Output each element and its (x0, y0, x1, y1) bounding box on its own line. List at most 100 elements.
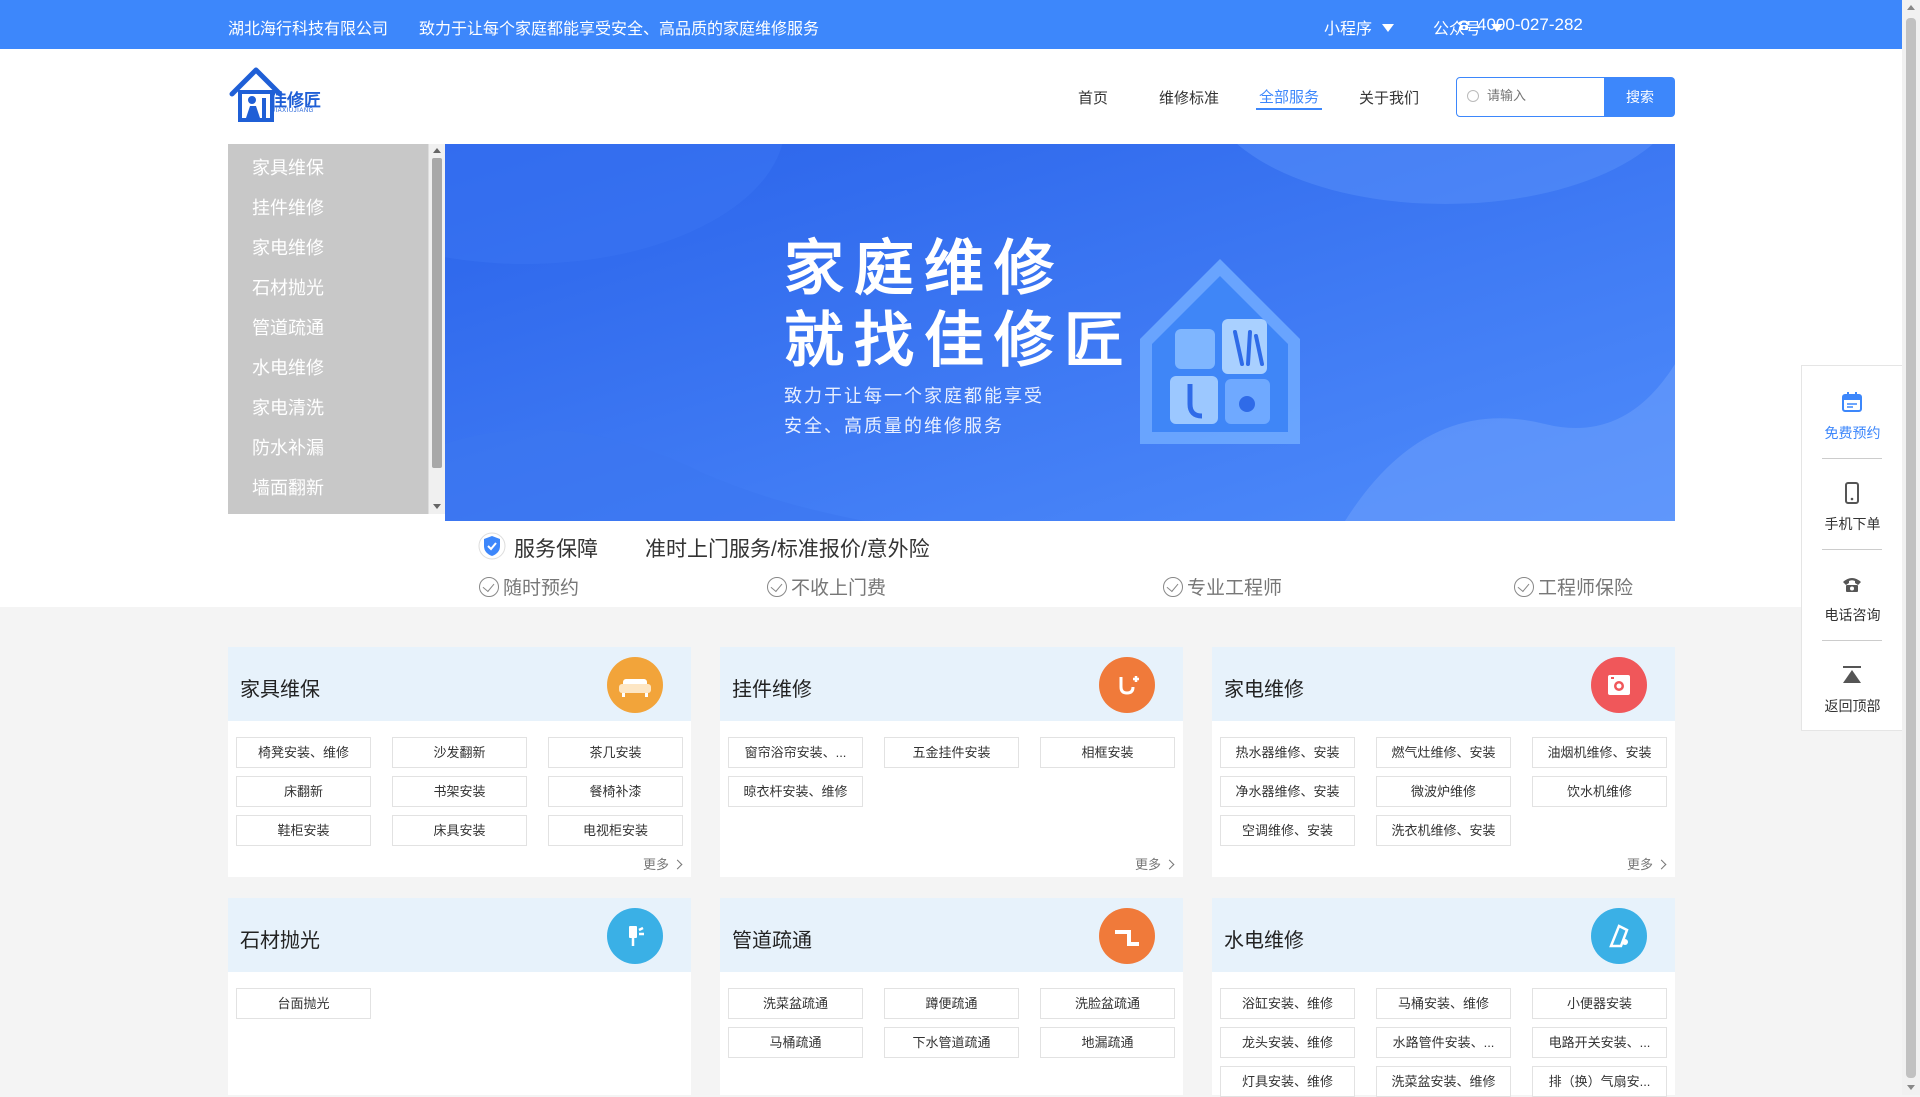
card-header: 家具维保 (228, 647, 691, 721)
service-tag[interactable]: 洗菜盆疏通 (728, 988, 863, 1019)
service-tag[interactable]: 蹲便疏通 (884, 988, 1019, 1019)
service-tag[interactable]: 排（换）气扇安... (1532, 1066, 1667, 1097)
scroll-down-icon[interactable] (1907, 1085, 1915, 1090)
category-item[interactable]: 防水补漏 (252, 434, 324, 460)
search-button[interactable]: 搜索 (1605, 77, 1675, 117)
polish-icon (607, 908, 663, 964)
category-item[interactable]: 石材抛光 (252, 274, 324, 300)
service-tag[interactable]: 床具安装 (392, 815, 527, 846)
service-tag[interactable]: 椅凳安装、维修 (236, 737, 371, 768)
nav-all-services[interactable]: 全部服务 (1259, 86, 1319, 107)
scroll-up-icon[interactable] (433, 148, 441, 153)
service-tag[interactable]: 相框安装 (1040, 737, 1175, 768)
category-item[interactable]: 家具维保 (252, 154, 324, 180)
category-scrollbar[interactable] (428, 144, 445, 514)
scroll-up-icon[interactable] (1907, 5, 1915, 10)
page-scrollbar[interactable] (1902, 0, 1920, 1095)
back-to-top-label: 返回顶部 (1824, 698, 1881, 714)
service-tag[interactable]: 空调维修、安装 (1220, 815, 1355, 846)
scroll-down-icon[interactable] (433, 504, 441, 509)
mobile-order-button[interactable]: 手机下单 (1802, 462, 1903, 552)
service-tag[interactable]: 灯具安装、维修 (1220, 1066, 1355, 1097)
service-tag[interactable]: 洗菜盆安装、维修 (1376, 1066, 1511, 1097)
category-item[interactable]: 家电维修 (252, 234, 324, 260)
hero-banner[interactable]: 家庭维修 就找佳修匠 致力于让每一个家庭都能享受 安全、高质量的维修服务 (445, 144, 1675, 521)
mobile-phone-icon (1845, 482, 1859, 504)
shield-icon (478, 532, 506, 560)
phone-consult-label: 电话咨询 (1824, 607, 1881, 623)
feature-label: 不收上门费 (791, 578, 887, 599)
service-tag[interactable]: 餐椅补漆 (548, 776, 683, 807)
service-tag[interactable]: 小便器安装 (1532, 988, 1667, 1019)
service-card: 家电维修 热水器维修、安装 燃气灶维修、安装 油烟机维修、安装 净水器维修、安装… (1212, 647, 1675, 877)
nav-home[interactable]: 首页 (1078, 87, 1108, 108)
more-link[interactable]: 更多 (1135, 854, 1173, 873)
service-tag[interactable]: 马桶疏通 (728, 1027, 863, 1058)
service-tag[interactable]: 电路开关安装、... (1532, 1027, 1667, 1058)
search-input[interactable] (1485, 87, 1595, 104)
card-header: 家电维修 (1212, 647, 1675, 721)
service-tag[interactable]: 电视柜安装 (548, 815, 683, 846)
service-tag[interactable]: 饮水机维修 (1532, 776, 1667, 807)
service-tag[interactable]: 书架安装 (392, 776, 527, 807)
category-item[interactable]: 管道疏通 (252, 314, 324, 340)
more-link[interactable]: 更多 (1627, 854, 1665, 873)
service-tag[interactable]: 沙发翻新 (392, 737, 527, 768)
nav-standards[interactable]: 维修标准 (1159, 87, 1219, 108)
service-card: 管道疏通 洗菜盆疏通 蹲便疏通 洗脸盆疏通 马桶疏通 下水管道疏通 地漏疏通 (720, 898, 1183, 1095)
service-tag[interactable]: 五金挂件安装 (884, 737, 1019, 768)
category-item[interactable]: 水电维修 (252, 354, 324, 380)
feature-label: 工程师保险 (1538, 578, 1634, 599)
category-item[interactable]: 墙面翻新 (252, 474, 324, 500)
service-tag[interactable]: 床翻新 (236, 776, 371, 807)
arrow-top-icon (1843, 666, 1861, 683)
back-to-top-button[interactable]: 返回顶部 (1802, 644, 1903, 734)
divider (1822, 640, 1882, 641)
scroll-thumb[interactable] (432, 158, 442, 468)
service-tag[interactable]: 微波炉维修 (1376, 776, 1511, 807)
phone-consult-button[interactable]: 电话咨询 (1802, 553, 1903, 643)
service-tag[interactable]: 下水管道疏通 (884, 1027, 1019, 1058)
more-link[interactable]: 更多 (643, 854, 681, 873)
check-circle-icon (1514, 577, 1534, 597)
category-item[interactable]: 家电清洗 (252, 394, 324, 420)
service-card: 石材抛光 台面抛光 (228, 898, 691, 1095)
service-tag[interactable]: 茶几安装 (548, 737, 683, 768)
card-title: 管道疏通 (732, 930, 812, 952)
service-tag[interactable]: 洗衣机维修、安装 (1376, 815, 1511, 846)
service-tag[interactable]: 热水器维修、安装 (1220, 737, 1355, 768)
tools-house-icon (1140, 259, 1300, 444)
service-tag[interactable]: 鞋柜安装 (236, 815, 371, 846)
service-tag[interactable]: 洗脸盆疏通 (1040, 988, 1175, 1019)
card-title: 家电维修 (1224, 679, 1304, 701)
service-card: 水电维修 浴缸安装、维修 马桶安装、维修 小便器安装 龙头安装、维修 水路管件安… (1212, 898, 1675, 1097)
phone-icon (1458, 20, 1470, 30)
miniprogram-dropdown[interactable]: 小程序 (1324, 15, 1395, 39)
service-tag[interactable]: 窗帘浴帘安装、... (728, 737, 863, 768)
guarantee-desc: 准时上门服务/标准报价/意外险 (645, 538, 930, 561)
service-tag[interactable]: 龙头安装、维修 (1220, 1027, 1355, 1058)
service-tag[interactable]: 台面抛光 (236, 988, 371, 1019)
service-tag[interactable]: 净水器维修、安装 (1220, 776, 1355, 807)
logo[interactable]: 佳修匠 JIAXIUJIANG (228, 66, 328, 124)
feature-item: 随时预约 (479, 573, 579, 600)
nav-about[interactable]: 关于我们 (1359, 87, 1419, 108)
service-tag[interactable]: 油烟机维修、安装 (1532, 737, 1667, 768)
service-tag[interactable]: 地漏疏通 (1040, 1027, 1175, 1058)
service-tag[interactable]: 马桶安装、维修 (1376, 988, 1511, 1019)
card-header: 石材抛光 (228, 898, 691, 972)
scroll-thumb[interactable] (1906, 18, 1916, 1078)
free-booking-button[interactable]: 免费预约 (1802, 371, 1903, 461)
miniprogram-label: 小程序 (1324, 21, 1373, 38)
service-tag[interactable]: 浴缸安装、维修 (1220, 988, 1355, 1019)
card-header: 管道疏通 (720, 898, 1183, 972)
service-tag[interactable]: 水路管件安装、... (1376, 1027, 1511, 1058)
card-title: 石材抛光 (240, 930, 320, 952)
service-tag[interactable]: 晾衣杆安装、维修 (728, 776, 863, 807)
category-item[interactable]: 挂件维修 (252, 194, 324, 220)
banner-title-line2: 就找佳修匠 (784, 306, 1134, 376)
chevron-down-icon (1382, 24, 1395, 32)
service-tag[interactable]: 燃气灶维修、安装 (1376, 737, 1511, 768)
divider (1822, 549, 1882, 550)
phone-number[interactable]: 4000-027-282 (1457, 15, 1583, 35)
